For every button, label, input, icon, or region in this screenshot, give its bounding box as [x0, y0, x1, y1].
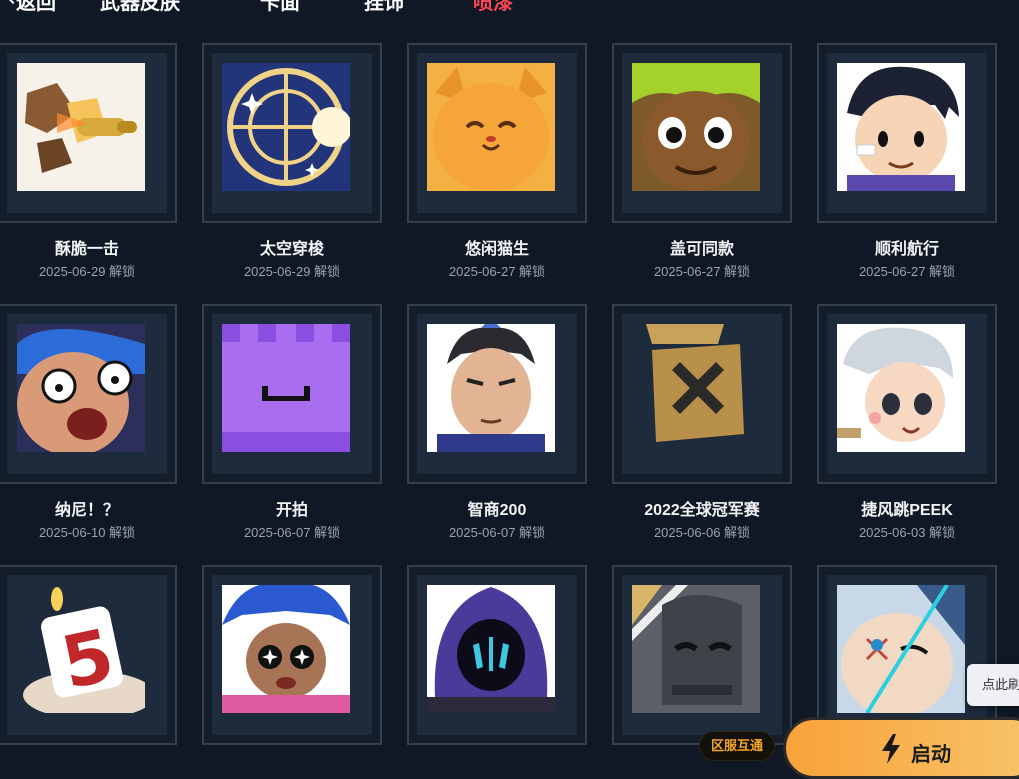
spray-name: 智商200: [467, 502, 527, 519]
spray-date: 2025-06-07 解锁: [243, 525, 341, 540]
spray-name: 2022全球冠军赛: [644, 502, 760, 519]
spray-card[interactable]: [612, 43, 792, 223]
spray-date: 2025-06-29 解锁: [38, 264, 136, 279]
spray-date: 2025-06-07 解锁: [448, 525, 546, 540]
spray-card[interactable]: [407, 43, 587, 223]
spray-date: 2025-06-03 解锁: [858, 525, 956, 540]
spray-card[interactable]: [0, 43, 177, 223]
spray-card[interactable]: [817, 304, 997, 484]
spray-card[interactable]: [407, 565, 587, 745]
spray-name: 纳尼！？: [54, 502, 119, 519]
purple-face-spray-icon: [222, 324, 350, 452]
region-badge: 区服互通: [699, 731, 775, 761]
spray-date: 2025-06-27 解锁: [858, 264, 956, 279]
slashed-face-spray-icon: [837, 585, 965, 713]
blue-hair-spray-icon: [222, 585, 350, 713]
launch-label: 启动: [911, 744, 951, 766]
spray-date: 2025-06-06 解锁: [653, 525, 751, 540]
spray-date: 2025-06-27 解锁: [448, 264, 546, 279]
spray-name: 开拍: [275, 502, 308, 519]
spray-card[interactable]: [612, 565, 792, 745]
cake-candle-spray-icon: 5: [17, 585, 145, 713]
gekko-spray-icon: [632, 63, 760, 191]
cat-spray-icon: [427, 63, 555, 191]
thinking-man-spray-icon: [427, 324, 555, 452]
spray-name: 悠闲猫生: [464, 241, 529, 258]
robot-spray-icon: [632, 585, 760, 713]
spray-name: 盖可同款: [669, 241, 734, 258]
spray-card[interactable]: [817, 43, 997, 223]
bullet-spray-icon: [17, 63, 145, 191]
agent-spray-icon: [837, 63, 965, 191]
spray-name: 太空穿梭: [259, 241, 324, 258]
champions-spray-icon: [632, 324, 760, 452]
spray-date: 2025-06-27 解锁: [653, 264, 751, 279]
spray-card[interactable]: 5: [0, 565, 177, 745]
refresh-tooltip[interactable]: 点此刷: [967, 664, 1019, 706]
spray-card[interactable]: [202, 565, 382, 745]
hooded-spray-icon: [427, 585, 555, 713]
spray-date: 2025-06-29 解锁: [243, 264, 341, 279]
space-spray-icon: [222, 63, 350, 191]
spray-card[interactable]: [202, 43, 382, 223]
spray-name: 捷风跳PEEK: [861, 502, 953, 519]
spray-name: 酥脆一击: [54, 241, 119, 258]
spray-name: 顺利航行: [874, 241, 939, 258]
spray-date: 2025-06-10 解锁: [38, 525, 136, 540]
lightning-bolt-icon: [882, 734, 900, 764]
spray-card[interactable]: [0, 304, 177, 484]
shocked-face-spray-icon: [17, 324, 145, 452]
spray-grid: 酥脆一击 2025-06-29 解锁 太空穿梭 2025-06-29 解锁 悠闲…: [0, 0, 1019, 745]
spray-card[interactable]: [612, 304, 792, 484]
spray-card[interactable]: [407, 304, 587, 484]
jett-spray-icon: [837, 324, 965, 452]
spray-card[interactable]: [202, 304, 382, 484]
